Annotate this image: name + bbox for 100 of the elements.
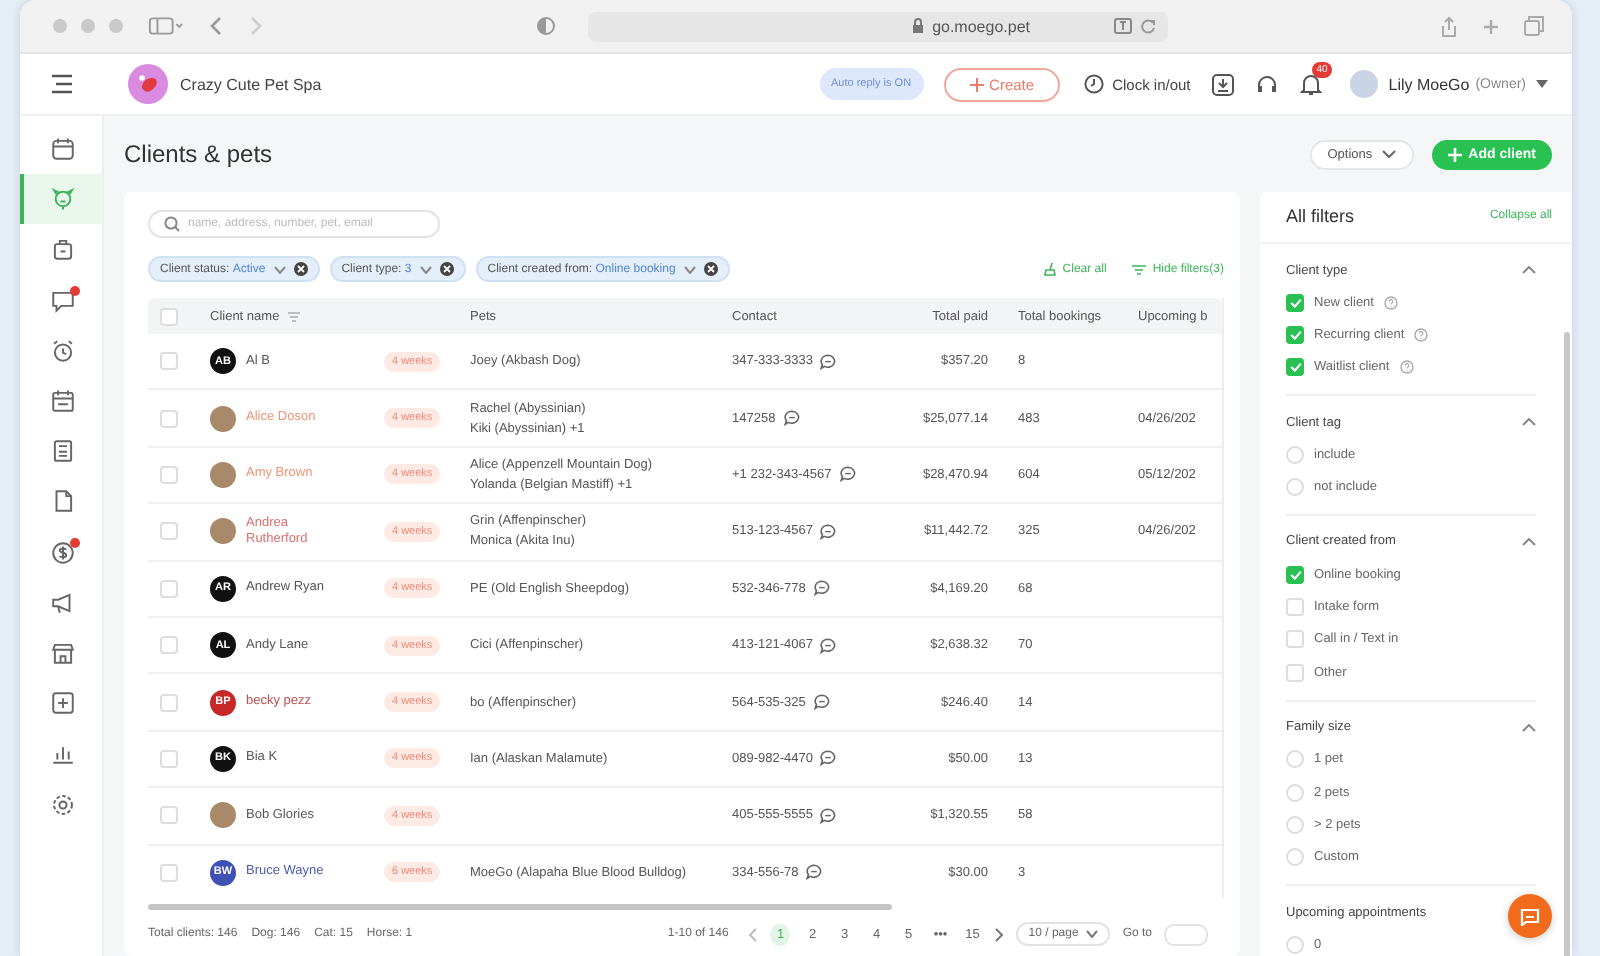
add-box-icon (50, 690, 76, 717)
chevron-up-icon[interactable] (1522, 418, 1536, 427)
message-icon[interactable] (820, 750, 837, 767)
calendar-icon (50, 388, 76, 415)
scrollbar[interactable] (1564, 332, 1570, 956)
checkbox[interactable] (1286, 326, 1304, 345)
chevron-up-icon[interactable] (1522, 723, 1536, 732)
avatar-placeholder (210, 518, 236, 545)
message-icon[interactable] (839, 466, 856, 483)
avatar-placeholder (210, 405, 236, 432)
remove-icon[interactable] (439, 262, 454, 276)
reload-icon[interactable] (1140, 18, 1156, 34)
tabs-icon[interactable] (1524, 16, 1544, 36)
chevron-icon (419, 265, 432, 273)
message-icon[interactable] (813, 580, 830, 597)
forward-icon[interactable] (248, 16, 264, 36)
sort-icon[interactable] (287, 311, 300, 321)
chat-bubble-icon (1520, 907, 1540, 925)
address-bar[interactable]: go.moego.pet (588, 11, 1168, 41)
help-icon[interactable] (1414, 328, 1429, 343)
pet-logo-icon (128, 64, 168, 104)
message-icon[interactable] (820, 807, 837, 824)
settings-icon (50, 791, 76, 818)
radio-button[interactable] (1286, 815, 1304, 834)
lock-icon (912, 18, 925, 34)
chevron-icon (683, 265, 696, 273)
message-icon[interactable] (813, 694, 830, 711)
radio-button[interactable] (1286, 445, 1304, 464)
row-checkbox[interactable] (160, 409, 178, 428)
row-checkbox[interactable] (160, 522, 178, 541)
next-page-icon[interactable] (994, 927, 1005, 941)
download-box-icon[interactable] (1212, 73, 1235, 95)
plus-icon (969, 77, 984, 91)
select-all-checkbox[interactable] (160, 307, 178, 325)
checkmark-icon (1289, 362, 1301, 373)
message-icon[interactable] (783, 410, 800, 427)
user-avatar (1350, 70, 1379, 98)
help-icon[interactable] (1383, 295, 1398, 310)
page-title: Clients & pets (124, 140, 273, 168)
share-icon[interactable] (1440, 15, 1458, 37)
chevron-up-icon[interactable] (1522, 266, 1536, 274)
row-checkbox[interactable] (160, 579, 178, 598)
translate-icon[interactable] (1114, 18, 1132, 34)
radio-button[interactable] (1286, 750, 1304, 769)
checkmark-icon (1289, 569, 1301, 580)
row-checkbox[interactable] (160, 352, 178, 371)
row-checkbox[interactable] (160, 693, 178, 712)
chat-icon (50, 287, 76, 314)
user-name[interactable]: Lily MoeGo (1388, 75, 1470, 93)
chevron-icon (273, 265, 286, 273)
bell-icon[interactable] (1300, 72, 1323, 96)
chevron-icon (1086, 930, 1099, 938)
row-checkbox[interactable] (160, 465, 178, 484)
panel-title: All filters (1286, 206, 1355, 226)
message-icon[interactable] (820, 637, 837, 654)
checkbox[interactable] (1286, 358, 1304, 377)
dollar-icon (50, 539, 76, 566)
plus-icon (1448, 147, 1463, 161)
sidebar-toggle-icon[interactable] (148, 16, 184, 36)
message-icon[interactable] (820, 523, 837, 540)
radio-button[interactable] (1286, 478, 1304, 497)
previous-page-icon[interactable] (748, 927, 759, 941)
help-icon[interactable] (1399, 360, 1414, 375)
checkbox[interactable] (1286, 565, 1304, 584)
document-icon (50, 488, 76, 515)
business-name: Crazy Cute Pet Spa (180, 75, 322, 93)
caret-icon[interactable] (1536, 80, 1548, 88)
window-controls-icon[interactable] (52, 18, 124, 34)
calculator-icon (50, 438, 76, 465)
message-icon[interactable] (806, 864, 823, 881)
menu-icon[interactable] (50, 74, 74, 94)
alarm-clock-icon (50, 337, 76, 364)
row-checkbox[interactable] (160, 806, 178, 825)
checkmark-icon (1289, 330, 1301, 341)
remove-icon[interactable] (703, 262, 718, 276)
dog-icon (50, 186, 76, 213)
url-text: go.moego.pet (932, 17, 1030, 35)
avatar-placeholder (210, 461, 236, 488)
shield-icon[interactable] (536, 16, 556, 36)
avatar-placeholder (210, 802, 236, 829)
scrollbar[interactable] (148, 904, 892, 911)
filter-lines-icon (1132, 263, 1147, 275)
go-to-field[interactable] (1164, 923, 1208, 945)
radio-button[interactable] (1286, 935, 1304, 954)
radio-button[interactable] (1286, 783, 1304, 802)
radio-button[interactable] (1286, 848, 1304, 867)
bag-icon (50, 236, 76, 263)
checkbox[interactable] (1286, 293, 1304, 312)
back-icon[interactable] (208, 16, 224, 36)
row-checkbox[interactable] (160, 863, 178, 882)
headset-icon[interactable] (1256, 73, 1279, 95)
remove-icon[interactable] (293, 262, 308, 276)
chevron-up-icon[interactable] (1522, 537, 1536, 546)
new-tab-icon[interactable] (1482, 17, 1500, 35)
row-checkbox[interactable] (160, 636, 178, 655)
message-icon[interactable] (820, 353, 837, 370)
row-checkbox[interactable] (160, 749, 178, 768)
calendar-icon (50, 136, 76, 163)
sidebar-item[interactable] (20, 174, 102, 225)
megaphone-icon (50, 589, 76, 616)
